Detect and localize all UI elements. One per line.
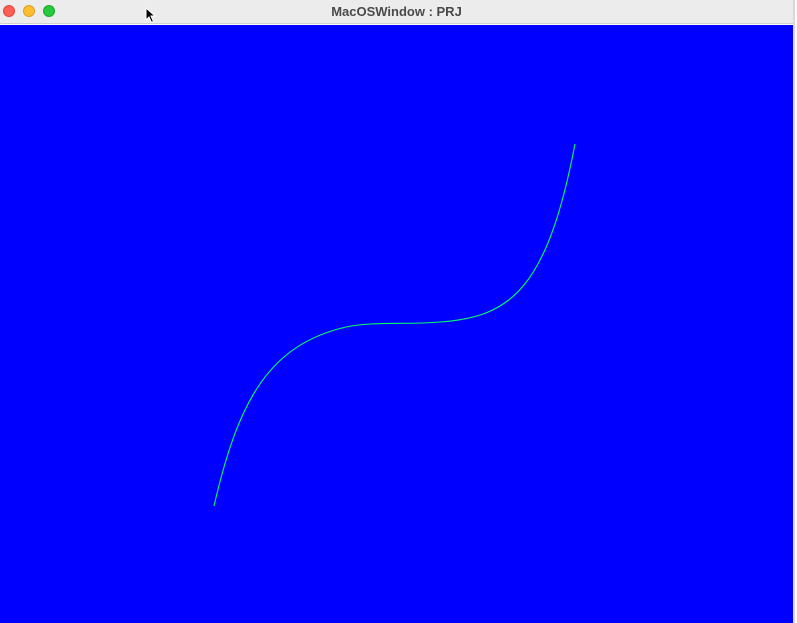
- drawing-canvas[interactable]: [0, 25, 793, 623]
- mouse-pointer-icon: [145, 7, 156, 24]
- cubic-curve: [213, 143, 576, 507]
- curve-plot: [213, 143, 576, 507]
- title-bar[interactable]: MacOSWindow : PRJ: [0, 0, 793, 24]
- app-window: MacOSWindow : PRJ: [0, 0, 795, 623]
- window-title: MacOSWindow : PRJ: [331, 4, 462, 19]
